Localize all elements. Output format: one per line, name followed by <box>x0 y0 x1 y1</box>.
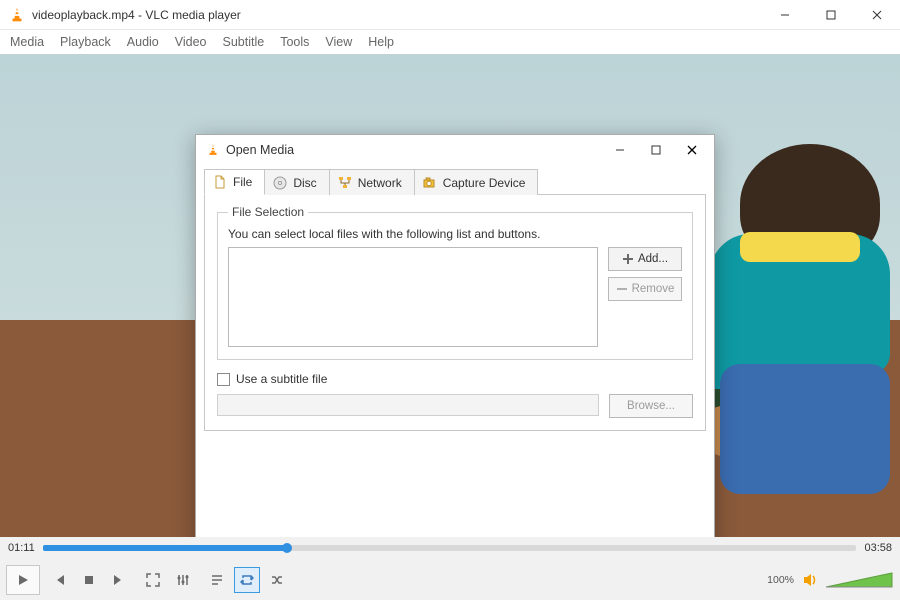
next-button[interactable] <box>106 567 132 593</box>
file-selection-hint: You can select local files with the foll… <box>228 227 682 241</box>
seek-progress <box>43 545 287 551</box>
stop-button[interactable] <box>76 567 102 593</box>
dialog-titlebar[interactable]: Open Media <box>196 135 714 165</box>
tab-network[interactable]: Network <box>329 169 415 195</box>
checkbox-icon <box>217 373 230 386</box>
dialog-minimize-button[interactable] <box>602 136 638 164</box>
extended-settings-button[interactable] <box>170 567 196 593</box>
subtitle-path-input <box>217 394 599 416</box>
previous-button[interactable] <box>46 567 72 593</box>
total-time[interactable]: 03:58 <box>864 542 892 554</box>
tab-label: File <box>233 175 252 189</box>
plus-icon <box>622 253 634 265</box>
tab-panel-file: File Selection You can select local file… <box>204 194 706 431</box>
stop-icon <box>83 574 95 586</box>
menubar: Media Playback Audio Video Subtitle Tool… <box>0 30 900 54</box>
minus-icon <box>616 283 628 295</box>
menu-video[interactable]: Video <box>175 35 207 49</box>
network-icon <box>338 176 352 190</box>
file-selection-fieldset: File Selection You can select local file… <box>217 205 693 360</box>
open-media-dialog: Open Media File Disc Network <box>195 134 715 537</box>
browse-label: Browse... <box>627 400 675 412</box>
elapsed-time[interactable]: 01:11 <box>8 542 35 554</box>
close-button[interactable] <box>854 0 900 30</box>
file-selection-legend: File Selection <box>228 205 308 219</box>
playlist-button[interactable] <box>204 567 230 593</box>
remove-label: Remove <box>632 283 675 295</box>
checkbox-label: Use a subtitle file <box>236 372 327 386</box>
fullscreen-button[interactable] <box>140 567 166 593</box>
speaker-icon[interactable] <box>802 571 820 589</box>
tab-file[interactable]: File <box>204 169 265 195</box>
browse-button[interactable]: Browse... <box>609 394 693 418</box>
equalizer-icon <box>176 573 190 587</box>
menu-audio[interactable]: Audio <box>127 35 159 49</box>
seek-bar[interactable] <box>43 545 857 551</box>
menu-help[interactable]: Help <box>368 35 394 49</box>
vlc-cone-icon <box>8 6 26 24</box>
tab-label: Disc <box>293 176 316 190</box>
dialog-maximize-button[interactable] <box>638 136 674 164</box>
player-controls: 100% <box>0 559 900 600</box>
maximize-button[interactable] <box>808 0 854 30</box>
disc-icon <box>273 176 287 190</box>
menu-playback[interactable]: Playback <box>60 35 111 49</box>
playlist-icon <box>210 573 224 587</box>
add-button[interactable]: Add... <box>608 247 682 271</box>
use-subtitle-checkbox[interactable]: Use a subtitle file <box>217 372 693 386</box>
add-label: Add... <box>638 253 668 265</box>
fullscreen-icon <box>146 573 160 587</box>
menu-view[interactable]: View <box>325 35 352 49</box>
play-button[interactable] <box>6 565 40 595</box>
vlc-cone-icon <box>206 143 220 157</box>
titlebar: videoplayback.mp4 - VLC media player <box>0 0 900 30</box>
loop-button[interactable] <box>234 567 260 593</box>
skip-next-icon <box>112 573 126 587</box>
dialog-tabs: File Disc Network Capture Device <box>204 169 706 195</box>
window-title: videoplayback.mp4 - VLC media player <box>32 8 762 22</box>
dialog-title: Open Media <box>226 143 294 157</box>
seek-thumb[interactable] <box>282 543 292 553</box>
file-icon <box>213 175 227 189</box>
tab-capture[interactable]: Capture Device <box>414 169 539 195</box>
remove-button[interactable]: Remove <box>608 277 682 301</box>
file-list[interactable] <box>228 247 598 347</box>
dialog-close-button[interactable] <box>674 136 710 164</box>
tab-label: Capture Device <box>443 176 526 190</box>
volume-slider[interactable] <box>824 569 894 591</box>
play-icon <box>16 573 30 587</box>
timeline: 01:11 03:58 <box>0 537 900 559</box>
shuffle-icon <box>270 573 284 587</box>
capture-icon <box>423 176 437 190</box>
menu-media[interactable]: Media <box>10 35 44 49</box>
shuffle-button[interactable] <box>264 567 290 593</box>
skip-previous-icon <box>52 573 66 587</box>
window-controls <box>762 0 900 30</box>
loop-icon <box>240 573 254 587</box>
menu-subtitle[interactable]: Subtitle <box>223 35 265 49</box>
tab-label: Network <box>358 176 402 190</box>
menu-tools[interactable]: Tools <box>280 35 309 49</box>
tab-disc[interactable]: Disc <box>264 169 329 195</box>
volume-label: 100% <box>767 574 794 586</box>
minimize-button[interactable] <box>762 0 808 30</box>
video-area: Open Media File Disc Network <box>0 54 900 537</box>
